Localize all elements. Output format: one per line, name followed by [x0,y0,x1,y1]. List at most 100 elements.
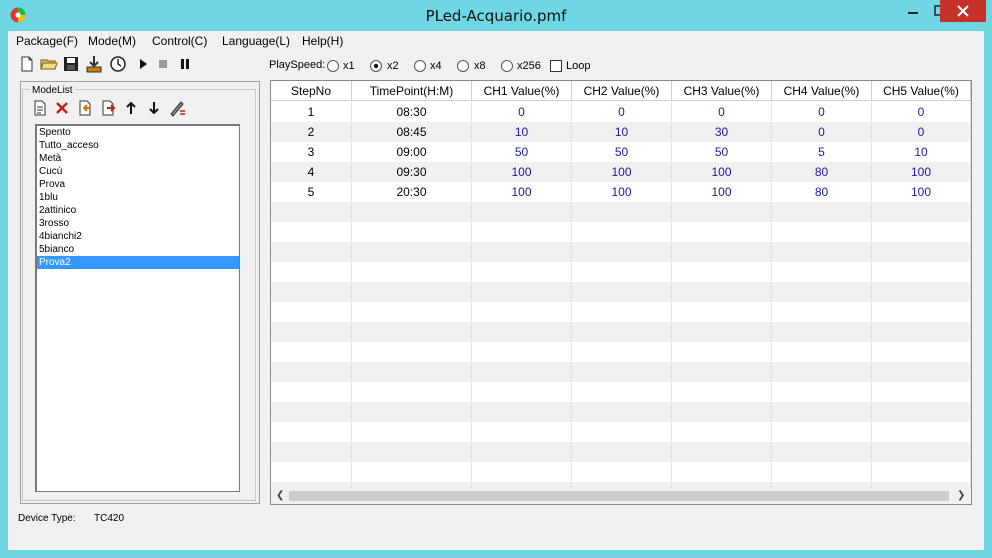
table-cell[interactable]: 5 [271,182,352,202]
table-cell[interactable]: 80 [772,162,872,182]
table-cell[interactable] [872,202,971,222]
table-cell[interactable] [352,262,472,282]
table-cell[interactable] [352,462,472,482]
new-file-icon[interactable] [18,55,36,73]
table-cell[interactable] [872,302,971,322]
table-cell[interactable] [472,462,572,482]
table-cell[interactable] [672,322,772,342]
empty-row[interactable] [271,222,971,242]
table-cell[interactable]: 50 [572,142,672,162]
scroll-thumb[interactable] [289,491,949,501]
table-cell[interactable] [271,402,352,422]
table-cell[interactable] [872,262,971,282]
table-cell[interactable] [271,422,352,442]
table-cell[interactable] [772,402,872,422]
play-icon[interactable] [134,55,152,73]
table-cell[interactable] [772,282,872,302]
table-cell[interactable] [572,342,672,362]
table-cell[interactable] [872,462,971,482]
close-icon[interactable] [940,0,986,22]
table-cell[interactable] [352,322,472,342]
table-cell[interactable] [472,282,572,302]
table-cell[interactable] [271,462,352,482]
table-cell[interactable] [472,442,572,462]
table-cell[interactable] [572,462,672,482]
table-cell[interactable]: 4 [271,162,352,182]
new-mode-icon[interactable] [31,99,49,117]
table-cell[interactable] [271,282,352,302]
save-icon[interactable] [62,55,80,73]
import-icon[interactable] [76,99,94,117]
table-cell[interactable]: 100 [472,162,572,182]
table-cell[interactable] [872,442,971,462]
table-cell[interactable]: 10 [572,122,672,142]
column-header[interactable]: CH4 Value(%) [772,81,872,101]
table-cell[interactable] [271,322,352,342]
table-cell[interactable] [872,362,971,382]
table-cell[interactable] [352,422,472,442]
table-cell[interactable] [271,342,352,362]
table-cell[interactable]: 08:30 [352,102,472,122]
table-cell[interactable] [772,342,872,362]
column-header[interactable]: CH3 Value(%) [672,81,772,101]
empty-row[interactable] [271,422,971,442]
speed-x4-radio[interactable] [414,60,426,72]
table-cell[interactable] [352,302,472,322]
table-cell[interactable] [472,262,572,282]
table-cell[interactable] [672,442,772,462]
table-cell[interactable]: 100 [572,182,672,202]
table-cell[interactable]: 10 [472,122,572,142]
table-cell[interactable] [572,382,672,402]
table-cell[interactable] [672,282,772,302]
table-cell[interactable]: 0 [872,122,971,142]
column-header[interactable]: CH1 Value(%) [472,81,572,101]
table-cell[interactable]: 10 [872,142,971,162]
stop-icon[interactable] [154,55,172,73]
table-row[interactable]: 4 09:30 100 100 100 80 100 [271,162,971,182]
table-cell[interactable] [672,422,772,442]
table-cell[interactable] [572,362,672,382]
table-cell[interactable] [772,442,872,462]
table-cell[interactable] [572,302,672,322]
table-cell[interactable]: 0 [472,102,572,122]
table-cell[interactable] [271,202,352,222]
table-row[interactable]: 5 20:30 100 100 100 80 100 [271,182,971,202]
table-cell[interactable]: 100 [672,162,772,182]
empty-row[interactable] [271,342,971,362]
table-cell[interactable] [672,362,772,382]
table-cell[interactable] [472,202,572,222]
table-cell[interactable] [872,222,971,242]
table-cell[interactable] [872,342,971,362]
empty-row[interactable] [271,242,971,262]
table-cell[interactable]: 09:30 [352,162,472,182]
table-cell[interactable] [572,322,672,342]
table-cell[interactable] [352,362,472,382]
empty-row[interactable] [271,442,971,462]
table-cell[interactable] [472,322,572,342]
table-cell[interactable]: 0 [672,102,772,122]
horizontal-scrollbar[interactable]: ❮ ❯ [271,488,971,504]
table-cell[interactable] [572,222,672,242]
table-cell[interactable] [472,342,572,362]
table-cell[interactable] [572,282,672,302]
list-item-selected[interactable]: Prova2 [37,256,239,269]
list-item[interactable]: Tutto_acceso [37,139,239,152]
table-cell[interactable] [872,422,971,442]
list-item[interactable]: Metà [37,152,239,165]
move-down-icon[interactable] [145,99,163,117]
table-cell[interactable] [672,202,772,222]
list-item[interactable]: 1blu [37,191,239,204]
list-item[interactable]: 2attinico [37,204,239,217]
table-cell[interactable]: 0 [772,122,872,142]
menu-help[interactable]: Help(H) [302,34,343,48]
table-cell[interactable] [271,362,352,382]
menu-control[interactable]: Control(C) [152,34,207,48]
table-cell[interactable]: 80 [772,182,872,202]
menu-language[interactable]: Language(L) [222,34,290,48]
table-cell[interactable] [772,202,872,222]
table-cell[interactable] [271,442,352,462]
modelist[interactable]: Spento Tutto_acceso Metà Cucù Prova 1blu… [35,124,240,492]
table-cell[interactable] [472,382,572,402]
table-row[interactable]: 1 08:30 0 0 0 0 0 [271,102,971,122]
empty-row[interactable] [271,402,971,422]
